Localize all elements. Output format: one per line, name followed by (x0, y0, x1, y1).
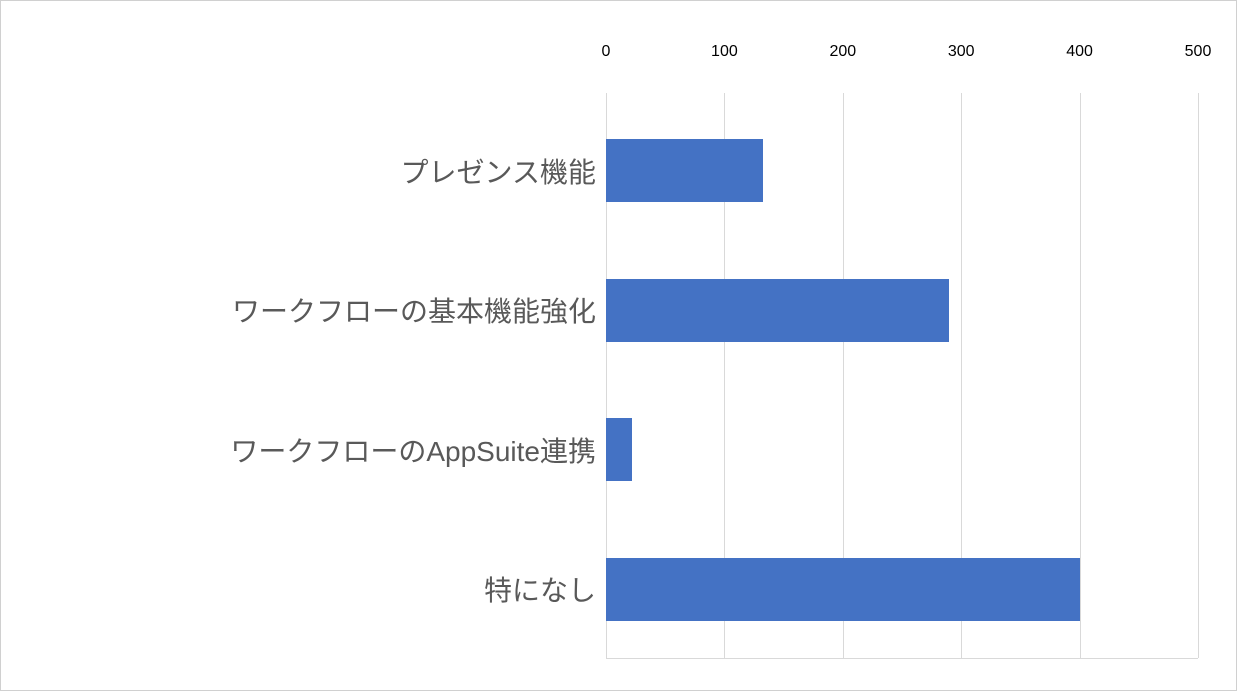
bar-row (606, 558, 1080, 621)
bar (606, 558, 1080, 621)
bar-chart: 0 100 200 300 400 500 プレゼンス機能ワークフローの基本機能強化ワーク… (0, 0, 1237, 691)
tick-mark (724, 93, 725, 101)
x-tick-label: 200 (829, 43, 856, 61)
bar (606, 279, 949, 342)
bar-row (606, 279, 949, 342)
gridline (1080, 101, 1081, 658)
tick-mark (1198, 93, 1199, 101)
x-tick-label: 400 (1066, 43, 1093, 61)
category-label: ワークフローのAppSuite連携 (230, 430, 596, 470)
bar (606, 418, 632, 481)
plot-area (606, 101, 1198, 659)
bar-row (606, 139, 763, 202)
tick-mark (1080, 93, 1081, 101)
bar (606, 139, 763, 202)
gridline (1198, 101, 1199, 658)
category-label: 特になし (484, 569, 596, 609)
category-label: プレゼンス機能 (401, 151, 596, 191)
x-tick-label: 500 (1185, 43, 1212, 61)
bar-row (606, 418, 632, 481)
x-tick-label: 0 (602, 43, 611, 61)
category-label: ワークフローの基本機能強化 (232, 290, 596, 330)
x-tick-label: 100 (711, 43, 738, 61)
tick-mark (961, 93, 962, 101)
x-tick-label: 300 (948, 43, 975, 61)
tick-mark (843, 93, 844, 101)
tick-mark (606, 93, 607, 101)
